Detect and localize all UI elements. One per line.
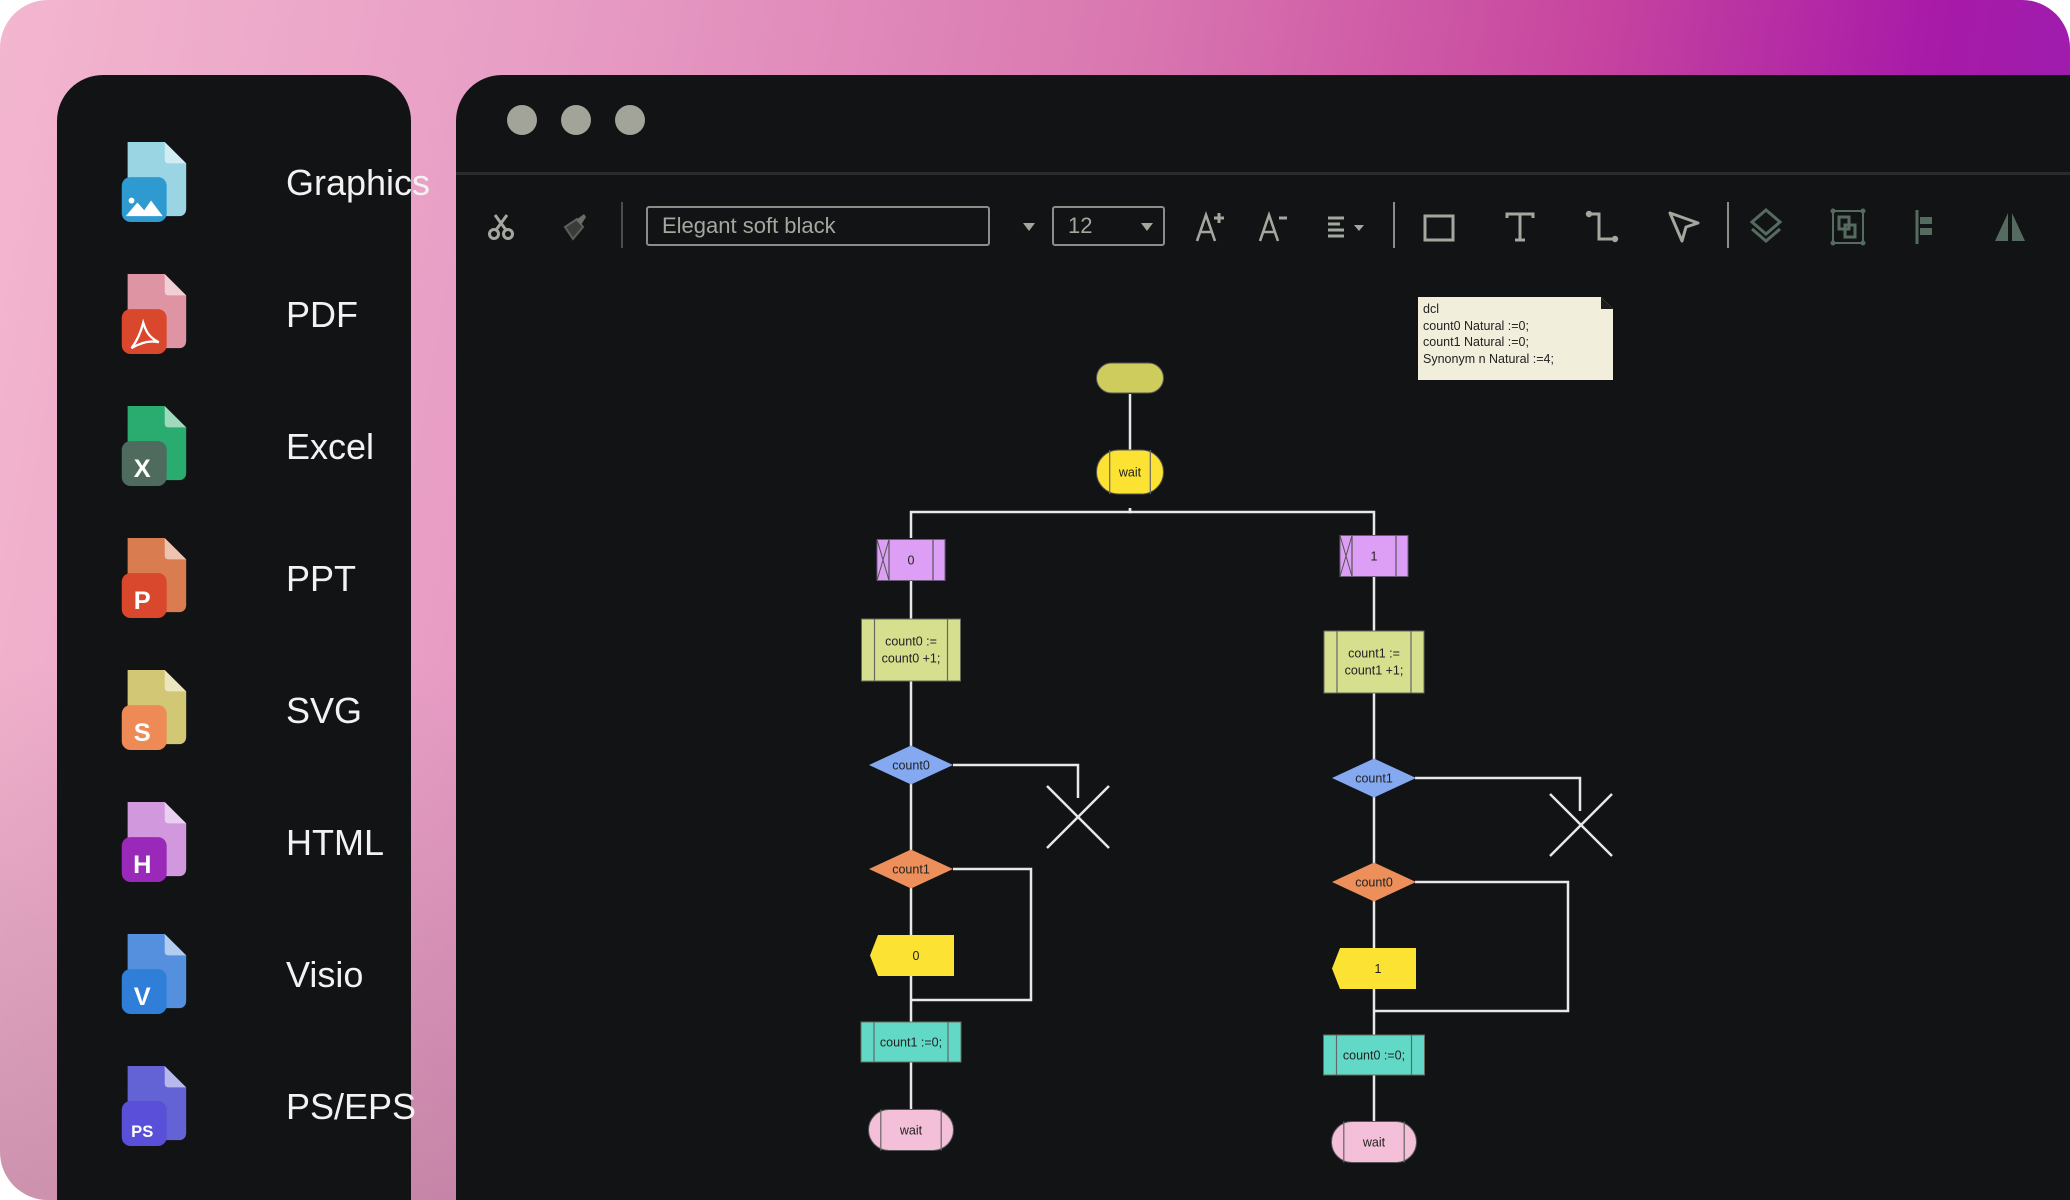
editor-window: Elegant soft black 12 <box>456 75 2070 1200</box>
font-style-dropdown[interactable] <box>1009 203 1049 251</box>
rectangle-tool[interactable] <box>1419 203 1459 251</box>
start-terminator[interactable] <box>1096 362 1164 394</box>
sidebar-item-label: PDF <box>286 294 358 335</box>
left-decision-2-label: count1 <box>892 862 930 876</box>
brush-icon <box>563 214 586 241</box>
left-wait-state-label: wait <box>899 1123 923 1137</box>
ppt-file-icon: P <box>121 537 187 618</box>
window-close-dot[interactable] <box>507 105 537 135</box>
connector-tool[interactable] <box>1582 203 1622 251</box>
left-decision-1-label: count0 <box>892 758 930 772</box>
cut-button[interactable] <box>481 203 521 251</box>
decrease-font-button[interactable] <box>1253 203 1293 251</box>
visio-file-icon: V <box>121 933 187 1014</box>
right-input-signal-label: 1 <box>1371 549 1378 563</box>
left-task-label: count0 := <box>885 634 937 648</box>
sidebar-item-label: Graphics <box>286 162 431 203</box>
font-increase-icon <box>1195 211 1224 242</box>
note-line: count1 Natural :=0; <box>1423 335 1529 349</box>
font-decrease-icon <box>1258 211 1287 242</box>
svg-text:V: V <box>134 983 151 1011</box>
text-icon <box>1505 212 1535 242</box>
left-task[interactable] <box>861 618 961 682</box>
right-wait-state-label: wait <box>1362 1135 1386 1149</box>
ps-file-icon: PS <box>121 1065 187 1146</box>
sidebar-item-graphics[interactable]: Graphics <box>117 140 430 230</box>
sidebar-item-label: Excel <box>286 426 375 467</box>
title-separator <box>456 172 2070 175</box>
layers-button[interactable] <box>1746 203 1786 251</box>
flip-icon <box>1995 213 2025 241</box>
wait-state-top-label: wait <box>1118 465 1142 479</box>
chevron-down-icon <box>1141 223 1153 231</box>
svg-file-icon: S <box>121 669 187 750</box>
note-line: Synonym n Natural :=4; <box>1423 351 1554 366</box>
sidebar-item-label: SVG <box>286 690 363 731</box>
sidebar-item-svg[interactable]: S SVG <box>117 668 397 758</box>
right-output-signal-label: 1 <box>1375 962 1382 976</box>
graphics-file-icon <box>121 141 187 222</box>
layers-icon <box>1749 208 1783 243</box>
sidebar-item-excel[interactable]: X Excel <box>117 404 397 494</box>
right-task-label: count1 := <box>1348 646 1400 660</box>
note-fold-corner <box>1601 297 1613 309</box>
svg-text:H: H <box>133 851 151 879</box>
left-input-signal-label: 0 <box>908 553 915 567</box>
scissors-icon <box>488 214 514 240</box>
text-tool[interactable] <box>1500 203 1540 251</box>
toolbar-divider <box>1393 202 1395 248</box>
right-task-label: count1 +1; <box>1345 663 1404 677</box>
note-line: dcl <box>1423 302 1439 316</box>
toolbar-divider <box>621 202 623 248</box>
note-line: count0 Natural :=0; <box>1423 318 1529 333</box>
html-file-icon: H <box>121 801 187 882</box>
sidebar-item-ps-eps[interactable]: PS PS/EPS <box>117 1064 416 1154</box>
sidebar-item-label: PPT <box>286 558 357 599</box>
declaration-note[interactable]: dcl count0 Natural :=0; count1 Natural :… <box>1418 297 1613 380</box>
sidebar-item-visio[interactable]: V Visio <box>117 932 397 1022</box>
start-terminator-shape <box>1096 362 1164 394</box>
right-decision-2-label: count0 <box>1355 875 1393 889</box>
right-task[interactable] <box>1323 630 1425 694</box>
rectangle-icon <box>1423 214 1455 242</box>
group-button[interactable] <box>1828 203 1868 251</box>
window-maximize-dot[interactable] <box>615 105 645 135</box>
group-icon <box>1830 208 1866 246</box>
chevron-down-icon <box>1023 223 1035 231</box>
svg-text:S: S <box>134 719 151 747</box>
left-task-label: count0 +1; <box>882 651 941 665</box>
svg-text:PS: PS <box>131 1122 153 1141</box>
excel-file-icon: X <box>121 405 187 486</box>
align-left-icon <box>1915 210 1932 244</box>
svg-text:X: X <box>134 455 151 483</box>
connector-icon <box>1585 210 1619 243</box>
flip-button[interactable] <box>1990 203 2030 251</box>
sidebar-item-ppt[interactable]: P PPT <box>117 536 397 626</box>
pdf-file-icon <box>121 273 187 354</box>
text-align-button[interactable] <box>1320 203 1376 251</box>
select-tool[interactable] <box>1664 203 1704 251</box>
format-painter-button[interactable] <box>555 203 595 251</box>
right-decision-1-label: count1 <box>1355 771 1393 785</box>
right-reset-task-label: count0 :=0; <box>1343 1048 1405 1062</box>
font-style-input[interactable]: Elegant soft black <box>646 206 990 246</box>
sidebar-item-label: HTML <box>286 822 384 863</box>
font-size-value: 12 <box>1068 213 1093 238</box>
sidebar-item-label: Visio <box>286 954 364 995</box>
font-size-select[interactable]: 12 <box>1052 206 1165 246</box>
increase-font-button[interactable] <box>1190 203 1230 251</box>
sidebar-item-pdf[interactable]: PDF <box>117 272 397 362</box>
pointer-icon <box>1668 211 1700 243</box>
sidebar-item-label: PS/EPS <box>286 1086 417 1127</box>
left-reset-task-label: count1 :=0; <box>880 1035 942 1049</box>
sidebar-item-html[interactable]: H HTML <box>117 800 397 890</box>
align-text-icon <box>1328 216 1364 238</box>
toolbar-divider <box>1727 202 1729 248</box>
align-left-button[interactable] <box>1908 203 1948 251</box>
left-output-signal-label: 0 <box>913 949 920 963</box>
window-minimize-dot[interactable] <box>561 105 591 135</box>
export-format-sidebar: Graphics PDF X Excel P PPT S SVG H HTML V Visio PS PS… <box>57 75 430 1200</box>
svg-text:P: P <box>134 587 151 615</box>
